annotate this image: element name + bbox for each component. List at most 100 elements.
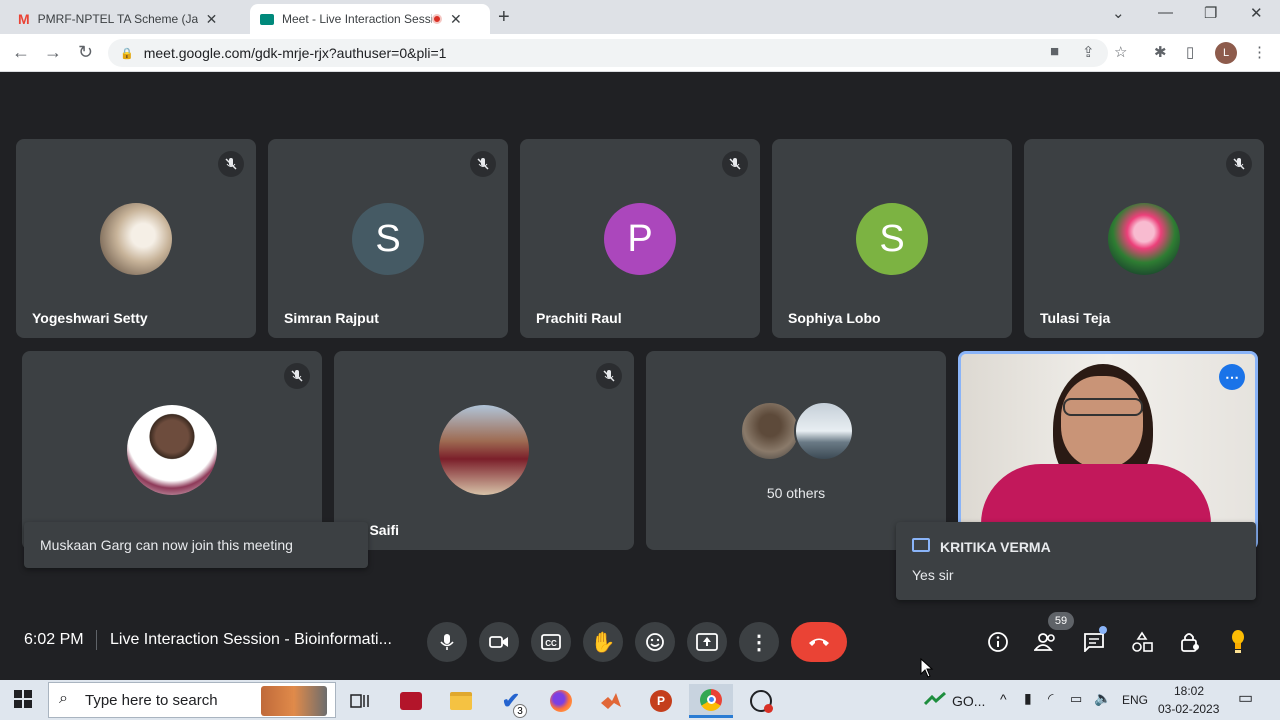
search-placeholder: Type here to search	[85, 691, 218, 709]
firefox-icon[interactable]	[539, 684, 583, 718]
file-explorer-icon[interactable]	[439, 684, 483, 718]
companion-button[interactable]	[1224, 628, 1252, 656]
chat-icon	[1084, 633, 1104, 652]
volume-icon[interactable]: 🔈	[1094, 690, 1111, 707]
restore-icon[interactable]: ❐	[1204, 4, 1217, 22]
microphone-tray-icon[interactable]: ▮	[1024, 690, 1032, 707]
minimize-icon[interactable]: —	[1158, 4, 1173, 21]
lightbulb-icon	[1232, 630, 1244, 653]
present-screen-icon	[696, 633, 718, 651]
lock-person-icon	[1181, 633, 1199, 652]
reload-icon[interactable]: ↻	[78, 42, 93, 63]
close-window-icon[interactable]: ✕	[1250, 4, 1263, 22]
gmail-icon: M	[18, 11, 30, 27]
meeting-details-button[interactable]	[984, 628, 1012, 656]
participant-name: Sophiya Lobo	[788, 310, 881, 326]
screen-recorder-icon[interactable]	[739, 684, 783, 718]
mic-off-icon	[596, 363, 622, 389]
avatar	[1108, 203, 1180, 275]
mic-off-icon	[218, 151, 244, 177]
powerpoint-icon[interactable]: P	[639, 684, 683, 718]
emoji-icon	[646, 633, 664, 651]
people-icon	[1034, 633, 1055, 651]
matlab-icon[interactable]	[589, 684, 633, 718]
reactions-button[interactable]	[635, 622, 675, 662]
participant-tile[interactable]: S Sophiya Lobo	[772, 139, 1012, 338]
activities-button[interactable]	[1128, 628, 1156, 656]
divider	[96, 630, 97, 650]
camera-button[interactable]	[479, 622, 519, 662]
more-options-icon[interactable]: ⋯	[1219, 364, 1245, 390]
battery-icon[interactable]: ▭	[1070, 691, 1082, 707]
windows-start-icon[interactable]	[14, 690, 32, 713]
participant-tile[interactable]: Tulasi Teja	[1024, 139, 1264, 338]
mendeley-app-icon[interactable]	[389, 684, 433, 718]
bookmark-star-icon[interactable]: ☆	[1114, 43, 1127, 61]
tab-meet[interactable]: Meet - Live Interaction Session ✕	[250, 4, 490, 34]
back-icon[interactable]: ←	[12, 42, 30, 63]
chat-notification[interactable]: KRITIKA VERMA Yes sir	[896, 522, 1256, 600]
host-controls-button[interactable]	[1176, 628, 1204, 656]
activities-shapes-icon	[1132, 631, 1153, 652]
task-view-icon[interactable]	[338, 684, 382, 718]
new-tab-icon[interactable]: +	[498, 6, 510, 29]
unread-dot	[1099, 626, 1107, 634]
more-options-button[interactable]: ⋮	[739, 622, 779, 662]
language-indicator[interactable]: ENG	[1122, 693, 1148, 707]
mic-off-icon	[1226, 151, 1252, 177]
tab-search-icon[interactable]: ⌄	[1112, 4, 1125, 22]
raise-hand-button[interactable]: ✋	[583, 622, 623, 662]
taskbar-search-input[interactable]: ⌕ Type here to search	[48, 682, 336, 718]
avatar	[740, 401, 800, 461]
close-tab-icon[interactable]: ✕	[206, 11, 218, 28]
forward-icon[interactable]: →	[44, 42, 62, 63]
participant-video-tile[interactable]: ⋯	[958, 351, 1258, 550]
search-icon: ⌕	[59, 690, 68, 707]
chrome-icon[interactable]	[689, 684, 733, 718]
windows-taskbar: ⌕ Type here to search ✔ 3 P GO... ^ ▮ ◜ …	[0, 680, 1280, 720]
more-vert-icon: ⋮	[749, 631, 769, 654]
show-hidden-icons-icon[interactable]: ^	[1000, 691, 1007, 707]
microphone-button[interactable]	[427, 622, 467, 662]
share-icon[interactable]: ⇪	[1082, 43, 1095, 61]
people-button[interactable]	[1032, 628, 1060, 656]
menu-icon[interactable]: ⋮	[1252, 43, 1267, 61]
avatar	[794, 401, 854, 461]
avatar: S	[856, 203, 928, 275]
captions-button[interactable]: CC	[531, 622, 571, 662]
close-tab-icon[interactable]: ✕	[450, 11, 462, 28]
participant-tile[interactable]: Yogeshwari Setty	[16, 139, 256, 338]
participant-tile[interactable]: as Saifi	[334, 351, 634, 550]
meeting-controls-bar: 6:02 PM Live Interaction Session - Bioin…	[0, 612, 1280, 670]
participant-tile[interactable]	[22, 351, 322, 550]
avatar	[127, 405, 217, 495]
stock-widget-label[interactable]: GO...	[952, 693, 985, 709]
people-count-badge: 59	[1048, 612, 1074, 630]
extensions-icon[interactable]: ✱	[1154, 43, 1167, 61]
tab-gmail[interactable]: M PMRF-NPTEL TA Scheme (Jan 2023) ✕	[8, 4, 248, 34]
wifi-icon[interactable]: ◜	[1048, 690, 1053, 707]
stock-widget-icon[interactable]	[923, 691, 946, 711]
avatar	[439, 405, 529, 495]
tab-title: Meet - Live Interaction Session	[282, 12, 432, 26]
chat-bubble-icon	[912, 538, 930, 552]
notifications-icon[interactable]: ▭	[1238, 688, 1253, 708]
leave-call-button[interactable]	[791, 622, 847, 662]
search-highlight-image	[261, 686, 327, 716]
meeting-time: 6:02 PM	[24, 631, 84, 648]
clock-time[interactable]: 18:02	[1174, 684, 1204, 698]
url-text: meet.google.com/gdk-mrje-rjx?authuser=0&…	[143, 45, 447, 61]
participant-tile[interactable]: P Prachiti Raul	[520, 139, 760, 338]
browser-toolbar: ← → ↻ 🔒 meet.google.com/gdk-mrje-rjx?aut…	[0, 34, 1280, 72]
side-panel-icon[interactable]: ▯	[1186, 43, 1194, 61]
meet-icon	[260, 13, 274, 25]
address-bar[interactable]: 🔒 meet.google.com/gdk-mrje-rjx?authuser=…	[108, 39, 1108, 67]
todo-app-icon[interactable]: ✔ 3	[489, 684, 533, 718]
profile-avatar[interactable]: L	[1215, 42, 1237, 64]
others-tile[interactable]: 50 others	[646, 351, 946, 550]
participant-tile[interactable]: S Simran Rajput	[268, 139, 508, 338]
present-button[interactable]	[687, 622, 727, 662]
avatar	[100, 203, 172, 275]
camera-icon[interactable]: ■	[1050, 43, 1059, 60]
clock-date[interactable]: 03-02-2023	[1158, 702, 1219, 716]
